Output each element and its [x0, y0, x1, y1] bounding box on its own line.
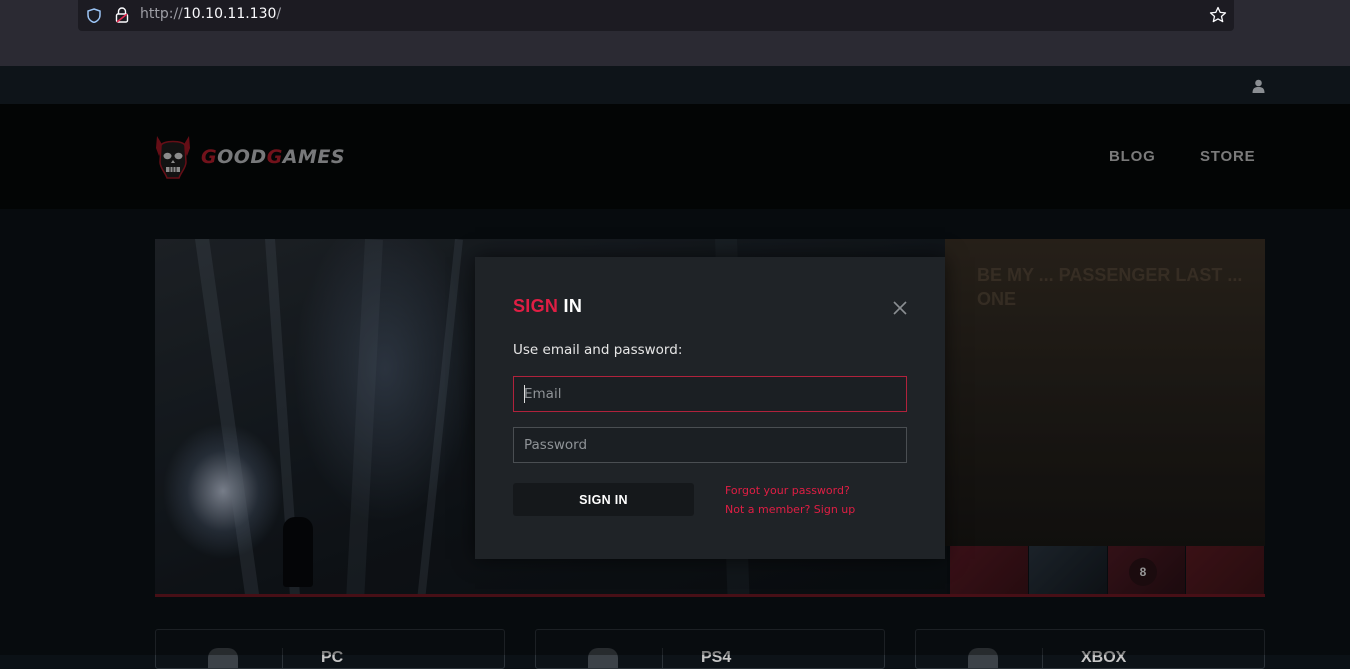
platform-label: PC — [321, 649, 344, 666]
user-icon[interactable] — [1252, 79, 1265, 93]
hero-figure — [283, 517, 313, 587]
platform-card-xbox[interactable]: XBOX — [915, 629, 1265, 669]
pc-icon — [208, 648, 238, 668]
divider — [282, 648, 283, 668]
modal-subtitle: Use email and password: — [513, 342, 683, 358]
shield-icon[interactable] — [87, 8, 101, 23]
signin-button[interactable]: SIGN IN — [513, 483, 694, 516]
url-text[interactable]: http://10.10.11.130/ — [140, 6, 281, 22]
url-host: 10.10.11.130 — [182, 6, 277, 22]
skull-logo-icon — [156, 136, 190, 179]
nav-blog[interactable]: BLOG — [1109, 148, 1156, 165]
hero-side-title: BE MY ... PASSENGER LAST ... ONE — [977, 265, 1243, 309]
site-topbar — [0, 66, 1350, 104]
modal-title-part2: IN — [563, 296, 583, 316]
browser-toolbar: http://10.10.11.130/ — [0, 0, 1350, 66]
thumbnail[interactable] — [1186, 546, 1264, 594]
platform-card-pc[interactable]: PC — [155, 629, 505, 669]
lock-icon[interactable] — [115, 7, 129, 23]
playstation-icon — [588, 648, 618, 668]
signin-modal: SIGN IN Use email and password: SIGN IN … — [475, 257, 945, 559]
divider — [1042, 648, 1043, 668]
logo-wordmark: GOODGAMES — [201, 146, 346, 168]
divider — [662, 648, 663, 668]
password-field[interactable] — [513, 427, 907, 463]
nav-store[interactable]: STORE — [1200, 148, 1255, 165]
xbox-icon — [968, 648, 998, 668]
url-bar[interactable]: http://10.10.11.130/ — [78, 0, 1234, 31]
thumbnail[interactable] — [950, 546, 1028, 594]
url-scheme: http:// — [140, 6, 183, 22]
modal-title-part1: SIGN — [513, 296, 559, 316]
platform-label: PS4 — [701, 649, 732, 666]
email-field[interactable] — [513, 376, 907, 412]
url-path: / — [276, 6, 282, 22]
hero-thumbnails: 8 — [950, 546, 1265, 594]
slide-counter: 8 — [1129, 558, 1157, 586]
hero-side-panel: BE MY ... PASSENGER LAST ... ONE — [945, 239, 1265, 546]
text-caret — [524, 385, 525, 403]
close-icon[interactable] — [891, 299, 909, 317]
forgot-password-link[interactable]: Forgot your password? — [725, 484, 850, 497]
thumbnail[interactable] — [1028, 546, 1107, 594]
star-icon[interactable] — [1209, 6, 1227, 24]
platform-label: XBOX — [1081, 649, 1127, 666]
site-logo[interactable]: GOODGAMES — [153, 134, 345, 180]
modal-title: SIGN IN — [513, 296, 582, 317]
platform-card-ps4[interactable]: PS4 — [535, 629, 885, 669]
signup-link[interactable]: Not a member? Sign up — [725, 503, 855, 516]
